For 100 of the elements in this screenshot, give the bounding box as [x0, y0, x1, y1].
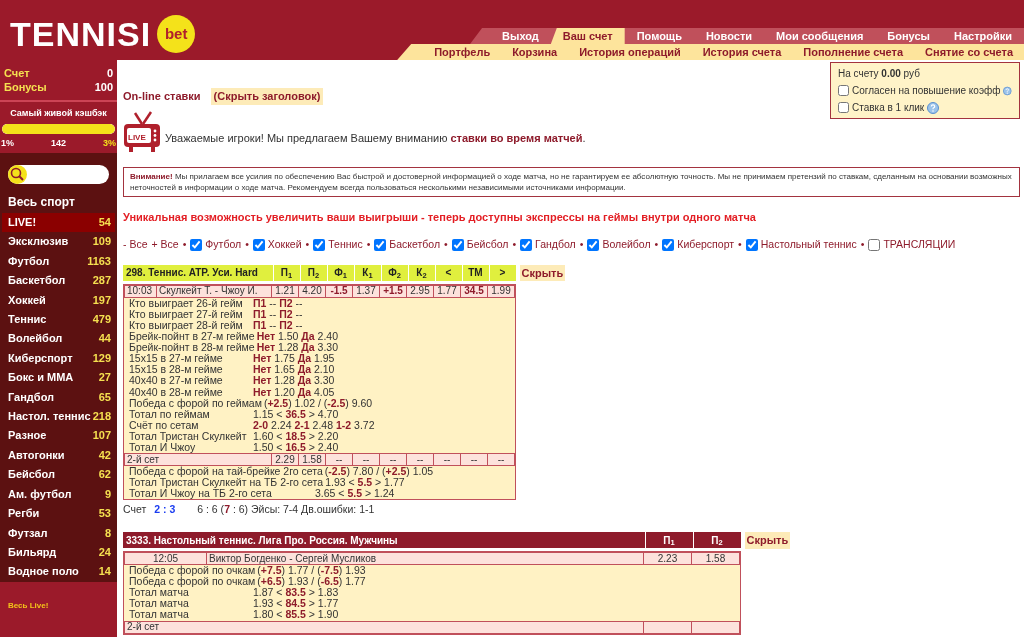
- odds-cell[interactable]: --: [406, 453, 434, 466]
- submenu-link[interactable]: История операций: [568, 44, 692, 60]
- menu-tab[interactable]: Мои сообщения: [764, 28, 876, 44]
- sport-item[interactable]: Гандбол 65: [2, 387, 115, 408]
- game-score: 6 : 6 (7 : 6) Эйсы: 7-4 Дв.ошибки: 1-1: [197, 502, 375, 518]
- market-odds[interactable]: 1.60 < 18.5 > 2.20: [253, 430, 339, 442]
- odds-cell[interactable]: --: [325, 453, 353, 466]
- hide-header-link[interactable]: (Скрыть заголовок): [210, 88, 324, 105]
- market-odds[interactable]: Нет 1.28 Да 3.30: [253, 375, 335, 387]
- sport-item[interactable]: Бейсбол 62: [2, 465, 115, 485]
- filter-checkbox[interactable]: [190, 238, 203, 251]
- sport-item[interactable]: Водное поло 14: [2, 562, 115, 582]
- sport-item[interactable]: Хоккей 197: [2, 290, 115, 311]
- sport-item[interactable]: Эксклюзив 109: [2, 232, 115, 252]
- odds-cell[interactable]: 1.77: [433, 285, 461, 298]
- filter-checkbox[interactable]: [662, 238, 675, 251]
- market-odds[interactable]: 1.15 < 36.5 > 4.70: [253, 408, 339, 420]
- sport-item[interactable]: Волейбол 44: [2, 329, 115, 349]
- odds-cell[interactable]: --: [487, 453, 515, 466]
- hide-link[interactable]: Скрыть: [519, 264, 566, 282]
- market-odds[interactable]: (-2.5) 7.80 / (+2.5) 1.05: [324, 466, 434, 478]
- submenu-link[interactable]: Портфель: [423, 44, 502, 60]
- filter-checkbox[interactable]: [313, 238, 326, 251]
- menu-tab[interactable]: Новости: [693, 28, 765, 44]
- market-odds[interactable]: 1.87 < 83.5 > 1.83: [253, 587, 339, 599]
- sport-item[interactable]: Футзал 8: [2, 523, 115, 543]
- odds-cell[interactable]: --: [433, 453, 461, 466]
- odds-cell[interactable]: +1.5: [379, 285, 407, 298]
- market-odds[interactable]: П1 -- П2 --: [253, 297, 303, 309]
- filter-checkbox[interactable]: [252, 238, 265, 251]
- filter-checkbox[interactable]: [587, 238, 600, 251]
- hide-link[interactable]: Скрыть: [744, 532, 791, 549]
- market-odds[interactable]: 3.65 < 5.5 > 1.24: [315, 488, 395, 500]
- option-checkbox[interactable]: [838, 102, 849, 113]
- odds-cell[interactable]: --: [379, 453, 407, 466]
- odds-cell[interactable]: 1.58: [691, 552, 740, 565]
- odds-cell[interactable]: 2.29: [271, 453, 299, 466]
- market-odds[interactable]: Нет 1.65 Да 2.10: [253, 364, 335, 376]
- sport-item[interactable]: Киберспорт 129: [2, 348, 115, 369]
- filter-checkbox[interactable]: [868, 238, 881, 251]
- submenu-link[interactable]: Пополнение счета: [792, 44, 915, 60]
- filter-label: Баскетбол: [389, 237, 441, 252]
- market-odds[interactable]: (+6.5) 1.93 / (-6.5) 1.77: [257, 576, 366, 588]
- filter-label: Хоккей: [267, 237, 302, 252]
- filter-checkbox[interactable]: [374, 238, 387, 251]
- market-odds[interactable]: П1 -- П2 --: [253, 308, 303, 320]
- filter-checkbox[interactable]: [451, 238, 464, 251]
- market-odds[interactable]: 1.93 < 5.5 > 1.77: [325, 477, 405, 489]
- odds-cell[interactable]: 1.99: [487, 285, 515, 298]
- menu-tab[interactable]: Ваш счет: [550, 28, 625, 44]
- score-label: Счет: [123, 502, 147, 518]
- sport-item[interactable]: Настол. теннис 218: [2, 407, 115, 427]
- sport-link[interactable]: Весь спорт: [0, 190, 117, 213]
- sport-item[interactable]: Бокс и ММА 27: [2, 368, 115, 388]
- option-checkbox[interactable]: [838, 85, 849, 96]
- menu-tab[interactable]: Бонусы: [875, 28, 942, 44]
- market-odds[interactable]: 1.93 < 84.5 > 1.77: [253, 598, 339, 610]
- odds-cell[interactable]: 1.37: [352, 285, 380, 298]
- market-odds[interactable]: Нет 1.28 Да 3.30: [256, 342, 339, 354]
- market-odds[interactable]: 1.80 < 85.5 > 1.90: [253, 609, 339, 621]
- odds-cell[interactable]: 2.95: [406, 285, 434, 298]
- submenu-link[interactable]: Снятие со счета: [914, 44, 1024, 60]
- sport-item[interactable]: Бильярд 24: [2, 542, 115, 563]
- market-label: Тотал И Чжоу: [129, 441, 196, 454]
- menu-tab[interactable]: Помощь: [624, 28, 694, 44]
- odds-cell[interactable]: 4.20: [298, 285, 326, 298]
- market-odds[interactable]: П1 -- П2 --: [253, 319, 303, 332]
- filter-link[interactable]: + Все: [151, 237, 179, 253]
- market-odds[interactable]: 2-0 2.24 2-1 2.48 1-2 3.72: [253, 419, 375, 431]
- odds-cell[interactable]: 34.5: [460, 285, 488, 298]
- filter-checkbox[interactable]: [745, 238, 758, 251]
- market-odds[interactable]: (+7.5) 1.77 / (-7.5) 1.93: [257, 565, 366, 577]
- sport-item[interactable]: Автогонки 42: [2, 445, 115, 466]
- sport-item[interactable]: LIVE! 54: [2, 213, 115, 233]
- submenu-link[interactable]: История счета: [691, 44, 793, 60]
- sport-item[interactable]: Баскетбол 287: [2, 271, 115, 291]
- odds-cell[interactable]: 1.58: [298, 453, 326, 466]
- odds-cell[interactable]: 1.21: [271, 285, 299, 298]
- odds-cell[interactable]: -1.5: [325, 285, 353, 298]
- market-odds[interactable]: Нет 1.75 Да 1.95: [253, 353, 335, 365]
- sport-item[interactable]: Теннис 479: [2, 310, 115, 330]
- sport-item[interactable]: Ам. футбол 9: [2, 484, 115, 505]
- market-odds[interactable]: 1.50 < 16.5 > 2.40: [253, 441, 339, 454]
- submenu-link[interactable]: Корзина: [501, 44, 569, 60]
- filter-checkbox[interactable]: [520, 238, 533, 251]
- filter-link[interactable]: - Все: [123, 237, 148, 253]
- sport-item[interactable]: Футбол 1163: [2, 251, 115, 272]
- market-label: Кто выиграет 27-й гейм: [129, 308, 244, 320]
- live-link[interactable]: Весь Live!: [8, 600, 49, 610]
- odds-cell[interactable]: 2.23: [643, 552, 692, 565]
- menu-tab[interactable]: Выход: [490, 28, 551, 44]
- search-field[interactable]: [8, 165, 109, 184]
- menu-tab[interactable]: Настройки: [941, 28, 1024, 44]
- odds-cell[interactable]: --: [352, 453, 380, 466]
- market-odds[interactable]: Нет 1.50 Да 2.40: [256, 331, 339, 343]
- market-odds[interactable]: Нет 1.20 Да 4.05: [253, 386, 335, 398]
- sport-item[interactable]: Регби 53: [2, 504, 115, 524]
- odds-cell[interactable]: --: [460, 453, 488, 466]
- market-odds[interactable]: (+2.5) 1.02 / (-2.5) 9.60: [263, 397, 373, 409]
- sport-item[interactable]: Разное 107: [2, 426, 115, 446]
